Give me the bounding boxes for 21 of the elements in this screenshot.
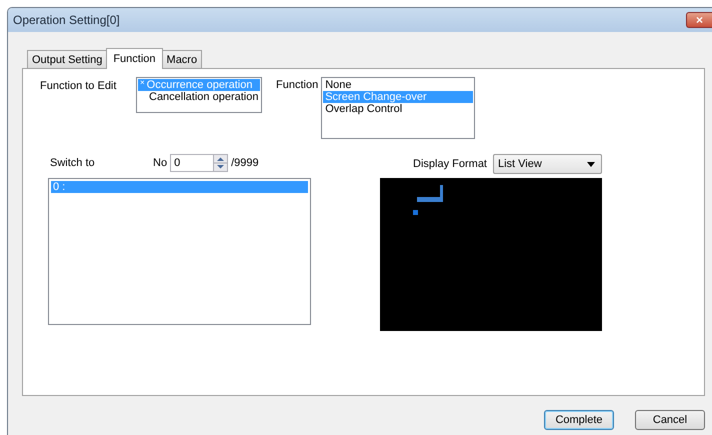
- field-label: No: [153, 157, 168, 169]
- tab[interactable]: Macro: [162, 50, 202, 68]
- max-value-text: /9999: [231, 157, 259, 169]
- list-item[interactable]: None: [323, 79, 474, 91]
- tab[interactable]: Output Setting: [27, 50, 108, 68]
- window-title: Operation Setting[0]: [13, 13, 120, 27]
- list-box[interactable]: $^{×}$ Occurrence operation Cancellation operation: [136, 77, 262, 113]
- dialog-button[interactable]: Cancel: [635, 410, 705, 430]
- list-box[interactable]: None Screen Change-over Overlap Control: [321, 77, 476, 139]
- list-item[interactable]: Cancellation operation: [138, 91, 260, 103]
- field-label: Function to Edit: [40, 79, 118, 92]
- field-label: Display Format: [413, 158, 487, 170]
- field-label: Function: [276, 78, 318, 91]
- dropdown[interactable]: List View: [493, 154, 602, 174]
- list-item[interactable]: Overlap Control: [323, 103, 474, 115]
- field-label: Switch to: [50, 157, 96, 169]
- dialog-button[interactable]: Complete: [544, 410, 614, 430]
- spin-arrows-icon[interactable]: [213, 154, 228, 172]
- caret-icon: [587, 162, 595, 166]
- number-field[interactable]: 0: [170, 154, 228, 172]
- tab[interactable]: Function: [106, 48, 163, 69]
